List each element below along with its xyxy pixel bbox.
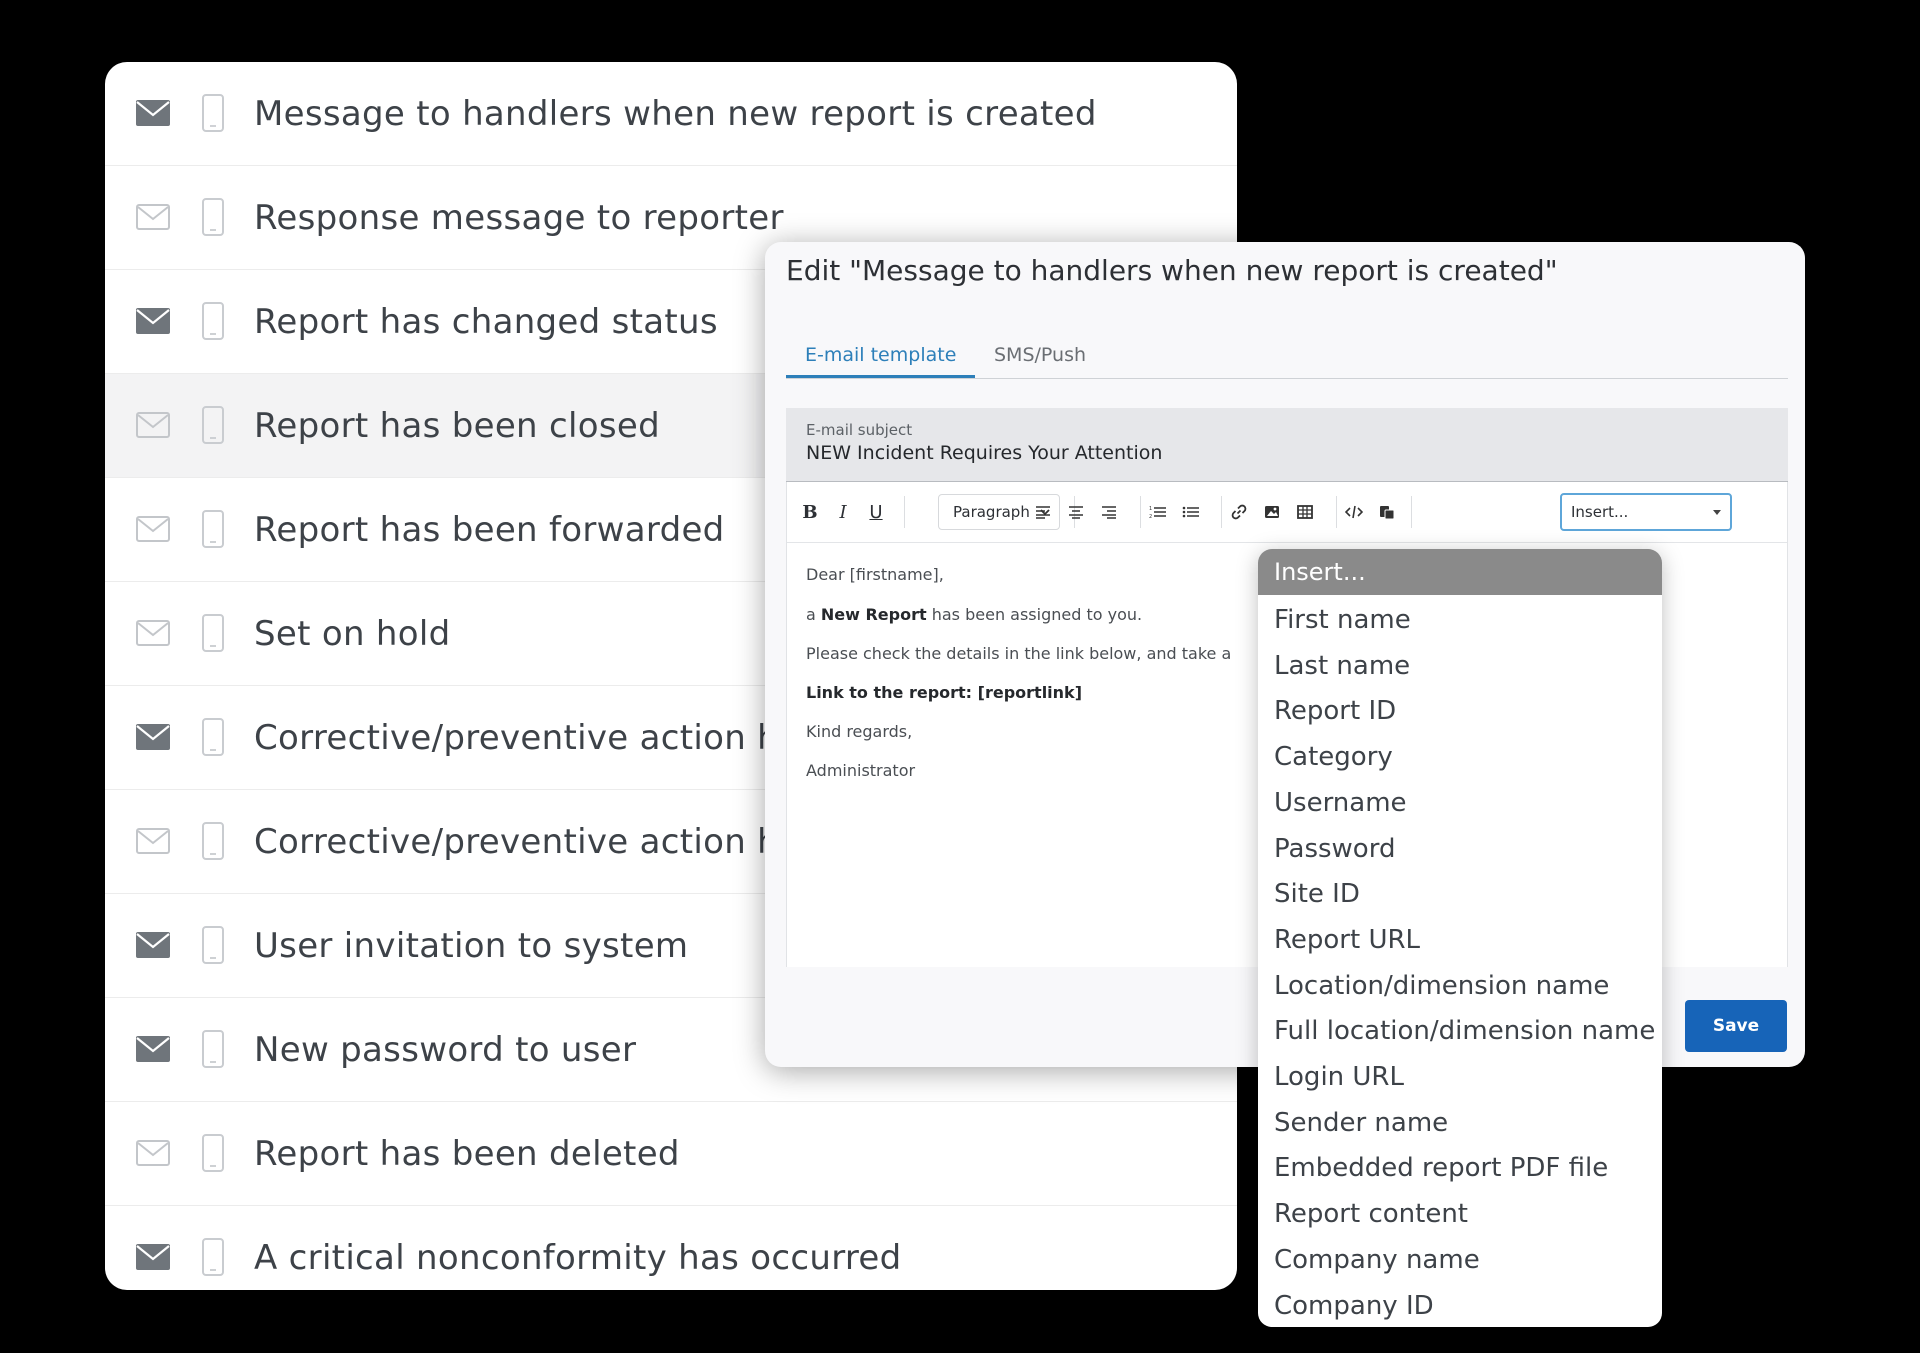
email-subject-field[interactable]: E-mail subject NEW Incident Requires You… bbox=[786, 408, 1788, 482]
mobile-phone-icon[interactable] bbox=[202, 1237, 224, 1276]
email-icon[interactable] bbox=[136, 1139, 170, 1166]
insert-variable-value: Insert... bbox=[1571, 503, 1629, 521]
list-item-label: New password to user bbox=[254, 1029, 637, 1070]
numbered-list-icon[interactable]: 12 bbox=[1143, 497, 1173, 527]
paste-icon[interactable] bbox=[1372, 497, 1402, 527]
insert-option[interactable]: Site ID bbox=[1274, 879, 1360, 909]
editor-toolbar: B I U Paragraph 12 Insert... bbox=[787, 482, 1787, 543]
image-icon[interactable] bbox=[1257, 497, 1287, 527]
mobile-phone-icon[interactable] bbox=[202, 613, 224, 652]
body-line-report-link: Link to the report: [reportlink] bbox=[806, 683, 1082, 702]
insert-option[interactable]: Report content bbox=[1274, 1199, 1468, 1229]
insert-dropdown-header[interactable]: Insert... bbox=[1258, 549, 1662, 595]
insert-option[interactable]: Report URL bbox=[1274, 925, 1420, 955]
mobile-phone-icon[interactable] bbox=[202, 301, 224, 340]
bold-button[interactable]: B bbox=[795, 497, 825, 527]
template-tabs: E-mail template SMS/Push bbox=[786, 340, 1788, 379]
list-item-label: Set on hold bbox=[254, 613, 451, 654]
toolbar-divider bbox=[1336, 496, 1337, 528]
mobile-phone-icon[interactable] bbox=[202, 925, 224, 964]
insert-option[interactable]: Username bbox=[1274, 788, 1407, 818]
insert-variable-dropdown: Insert... First name Last name Report ID Ca… bbox=[1258, 549, 1662, 1327]
toolbar-divider bbox=[1140, 496, 1141, 528]
toolbar-divider bbox=[1411, 496, 1412, 528]
mobile-phone-icon[interactable] bbox=[202, 821, 224, 860]
insert-option[interactable]: Location/dimension name bbox=[1274, 971, 1609, 1001]
mobile-phone-icon[interactable] bbox=[202, 509, 224, 548]
mobile-phone-icon[interactable] bbox=[202, 93, 224, 132]
insert-option[interactable]: Sender name bbox=[1274, 1108, 1448, 1138]
dialog-title: Edit "Message to handlers when new repor… bbox=[786, 254, 1558, 287]
list-item-label: User invitation to system bbox=[254, 925, 689, 966]
insert-option[interactable]: First name bbox=[1274, 605, 1411, 635]
insert-option[interactable]: Login URL bbox=[1274, 1062, 1404, 1092]
email-icon[interactable] bbox=[136, 203, 170, 230]
mobile-phone-icon[interactable] bbox=[202, 717, 224, 756]
email-icon[interactable] bbox=[136, 411, 170, 438]
email-icon[interactable] bbox=[136, 99, 170, 126]
insert-option[interactable]: Full location/dimension name bbox=[1274, 1016, 1655, 1046]
align-right-icon[interactable] bbox=[1094, 497, 1124, 527]
underline-button[interactable]: U bbox=[861, 497, 891, 527]
email-icon[interactable] bbox=[136, 827, 170, 854]
tab-email-template[interactable]: E-mail template bbox=[786, 340, 976, 378]
email-icon[interactable] bbox=[136, 619, 170, 646]
insert-option[interactable]: Password bbox=[1274, 834, 1395, 864]
italic-button[interactable]: I bbox=[828, 497, 858, 527]
email-icon[interactable] bbox=[136, 723, 170, 750]
body-greeting: Dear [firstname], bbox=[806, 565, 944, 584]
list-item-label: Corrective/preventive action ha bbox=[254, 821, 801, 862]
body-line-assigned: a New Report has been assigned to you. bbox=[806, 605, 1143, 624]
list-item-label: Corrective/preventive action ha bbox=[254, 717, 801, 758]
list-item-label: Response message to reporter bbox=[254, 197, 784, 238]
toolbar-divider bbox=[904, 496, 905, 528]
insert-option[interactable]: Last name bbox=[1274, 651, 1410, 681]
link-icon[interactable] bbox=[1224, 497, 1254, 527]
list-item[interactable]: Report has been deleted bbox=[105, 1102, 1237, 1206]
body-line-check-details: Please check the details in the link bel… bbox=[806, 644, 1232, 663]
save-button[interactable]: Save bbox=[1685, 1000, 1787, 1052]
tab-sms-push[interactable]: SMS/Push bbox=[975, 340, 1105, 378]
insert-option[interactable]: Report ID bbox=[1274, 696, 1396, 726]
body-line-regards: Kind regards, bbox=[806, 722, 913, 741]
email-subject-value[interactable]: NEW Incident Requires Your Attention bbox=[806, 442, 1162, 464]
mobile-phone-icon[interactable] bbox=[202, 1029, 224, 1068]
list-item-label: Report has been closed bbox=[254, 405, 660, 446]
list-item-label: A critical nonconformity has occurred bbox=[254, 1237, 902, 1278]
table-icon[interactable] bbox=[1290, 497, 1320, 527]
mobile-phone-icon[interactable] bbox=[202, 197, 224, 236]
align-left-icon[interactable] bbox=[1028, 497, 1058, 527]
insert-option[interactable]: Company name bbox=[1274, 1245, 1480, 1275]
list-item-label: Report has been deleted bbox=[254, 1133, 680, 1174]
svg-text:1: 1 bbox=[1149, 506, 1152, 512]
email-subject-label: E-mail subject bbox=[806, 421, 913, 439]
list-item-label: Message to handlers when new report is c… bbox=[254, 93, 1097, 134]
list-item-label: Report has been forwarded bbox=[254, 509, 725, 550]
email-icon[interactable] bbox=[136, 1035, 170, 1062]
align-center-icon[interactable] bbox=[1061, 497, 1091, 527]
email-icon[interactable] bbox=[136, 931, 170, 958]
paragraph-format-value: Paragraph bbox=[953, 503, 1030, 521]
insert-option[interactable]: Embedded report PDF file bbox=[1274, 1153, 1608, 1183]
source-code-icon[interactable] bbox=[1339, 497, 1369, 527]
mobile-phone-icon[interactable] bbox=[202, 405, 224, 444]
insert-option[interactable]: Company ID bbox=[1274, 1291, 1434, 1321]
email-icon[interactable] bbox=[136, 515, 170, 542]
body-line-signature: Administrator bbox=[806, 761, 916, 780]
caret-down-icon bbox=[1713, 510, 1721, 515]
mobile-phone-icon[interactable] bbox=[202, 1133, 224, 1172]
toolbar-divider bbox=[1221, 496, 1222, 528]
insert-variable-select[interactable]: Insert... bbox=[1560, 493, 1732, 531]
svg-text:2: 2 bbox=[1149, 514, 1152, 519]
email-icon[interactable] bbox=[136, 1243, 170, 1270]
insert-option[interactable]: Category bbox=[1274, 742, 1393, 772]
bullet-list-icon[interactable] bbox=[1176, 497, 1206, 527]
email-icon[interactable] bbox=[136, 307, 170, 334]
list-item[interactable]: A critical nonconformity has occurred bbox=[105, 1206, 1237, 1290]
list-item-label: Report has changed status bbox=[254, 301, 718, 342]
list-item[interactable]: Message to handlers when new report is c… bbox=[105, 62, 1237, 166]
